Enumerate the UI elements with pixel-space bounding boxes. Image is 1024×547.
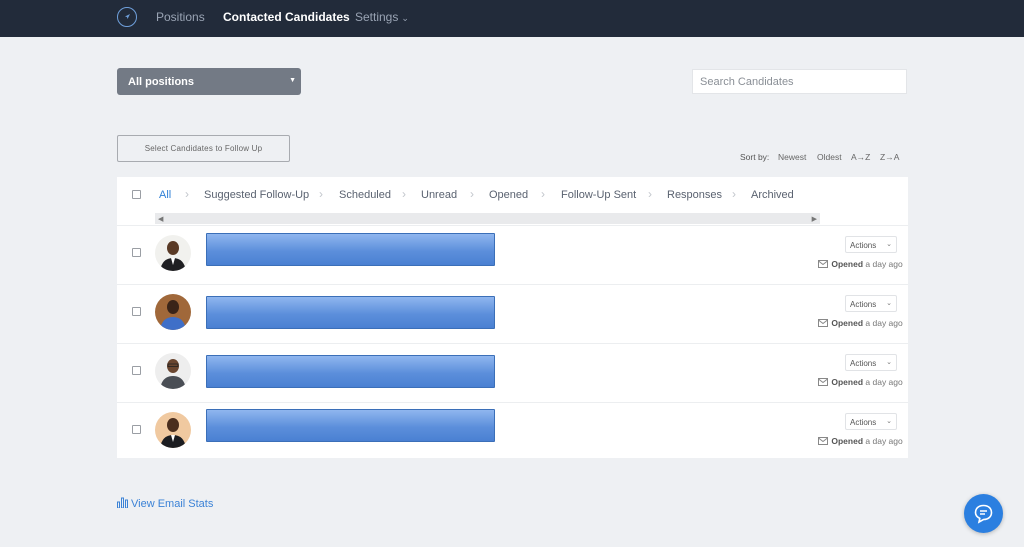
chevron-right-icon: › bbox=[732, 187, 736, 201]
redacted-candidate-info bbox=[206, 355, 495, 388]
chevron-down-icon: ⌄ bbox=[886, 300, 892, 307]
status-time: a day ago bbox=[865, 377, 903, 387]
tab-all[interactable]: All bbox=[159, 189, 171, 201]
nav-settings-label: Settings bbox=[355, 10, 399, 24]
scroll-left-icon[interactable]: ◀ bbox=[158, 215, 163, 223]
status-time: a day ago bbox=[865, 259, 903, 269]
actions-dropdown[interactable]: Actions ⌄ bbox=[845, 236, 897, 253]
status-time: a day ago bbox=[865, 436, 903, 446]
actions-dropdown[interactable]: Actions ⌄ bbox=[845, 354, 897, 371]
avatar bbox=[155, 235, 191, 271]
position-select-value: All positions bbox=[128, 76, 194, 88]
chevron-down-icon: ⌄ bbox=[886, 241, 892, 248]
actions-label: Actions bbox=[850, 241, 877, 250]
envelope-icon bbox=[818, 260, 828, 268]
redacted-candidate-info bbox=[206, 296, 495, 329]
actions-dropdown[interactable]: Actions ⌄ bbox=[845, 413, 897, 430]
nav-settings[interactable]: Settings ⌄ bbox=[355, 10, 409, 24]
envelope-icon bbox=[818, 378, 828, 386]
envelope-icon bbox=[818, 437, 828, 445]
tab-responses[interactable]: Responses bbox=[667, 189, 722, 201]
chevron-right-icon: › bbox=[470, 187, 474, 201]
sort-oldest[interactable]: Oldest bbox=[817, 152, 842, 162]
search-input[interactable] bbox=[692, 69, 907, 94]
compass-icon[interactable] bbox=[117, 7, 137, 27]
sort-newest[interactable]: Newest bbox=[778, 152, 806, 162]
status-opened: Opened a day ago bbox=[818, 259, 903, 269]
nav-positions[interactable]: Positions bbox=[156, 10, 205, 24]
sort-label: Sort by: bbox=[740, 152, 770, 162]
avatar bbox=[155, 353, 191, 389]
candidate-row[interactable]: Actions ⌄ Opened a day ago bbox=[117, 402, 908, 458]
tab-unread[interactable]: Unread bbox=[421, 189, 457, 201]
status-opened: Opened a day ago bbox=[818, 377, 903, 387]
tab-scheduled[interactable]: Scheduled bbox=[339, 189, 391, 201]
envelope-icon bbox=[818, 319, 828, 327]
avatar bbox=[155, 294, 191, 330]
actions-dropdown[interactable]: Actions ⌄ bbox=[845, 295, 897, 312]
row-checkbox[interactable] bbox=[132, 248, 141, 257]
tab-archived[interactable]: Archived bbox=[751, 189, 794, 201]
follow-up-button[interactable]: Select Candidates to Follow Up bbox=[117, 135, 290, 162]
candidate-row[interactable]: Actions ⌄ Opened a day ago bbox=[117, 284, 908, 343]
chevron-right-icon: › bbox=[319, 187, 323, 201]
actions-label: Actions bbox=[850, 300, 877, 309]
caret-down-icon: ▼ bbox=[289, 77, 296, 84]
tabs-scrollbar[interactable]: ◀ ▶ bbox=[155, 213, 820, 224]
bar-chart-icon bbox=[117, 497, 128, 509]
position-select[interactable]: All positions ▼ bbox=[117, 68, 301, 95]
chat-button[interactable] bbox=[964, 494, 1003, 533]
candidate-row[interactable]: Actions ⌄ Opened a day ago bbox=[117, 343, 908, 402]
tab-suggested-follow-up[interactable]: Suggested Follow-Up bbox=[204, 189, 309, 201]
tab-opened[interactable]: Opened bbox=[489, 189, 528, 201]
status-label: Opened bbox=[831, 377, 864, 387]
status-opened: Opened a day ago bbox=[818, 318, 903, 328]
avatar bbox=[155, 412, 191, 448]
chat-bubble-icon bbox=[974, 504, 993, 524]
view-email-stats-link[interactable]: View Email Stats bbox=[117, 497, 213, 510]
row-checkbox[interactable] bbox=[132, 307, 141, 316]
sort-a-to-z[interactable]: A→Z bbox=[851, 152, 870, 162]
select-all-checkbox[interactable] bbox=[132, 190, 141, 199]
chevron-right-icon: › bbox=[648, 187, 652, 201]
status-opened: Opened a day ago bbox=[818, 436, 903, 446]
actions-label: Actions bbox=[850, 359, 877, 368]
view-email-stats-label: View Email Stats bbox=[131, 498, 214, 510]
redacted-candidate-info bbox=[206, 409, 495, 442]
chevron-down-icon: ⌄ bbox=[886, 418, 892, 425]
chevron-right-icon: › bbox=[402, 187, 406, 201]
sort-z-to-a[interactable]: Z→A bbox=[880, 152, 899, 162]
scroll-right-icon[interactable]: ▶ bbox=[812, 215, 817, 223]
chevron-right-icon: › bbox=[185, 187, 189, 201]
status-time: a day ago bbox=[865, 318, 903, 328]
chevron-down-icon: ⌄ bbox=[886, 359, 892, 366]
candidates-panel: All › Suggested Follow-Up › Scheduled › … bbox=[117, 177, 908, 458]
status-label: Opened bbox=[831, 318, 864, 328]
candidate-row[interactable]: Actions ⌄ Opened a day ago bbox=[117, 225, 908, 284]
chevron-down-icon: ⌄ bbox=[401, 13, 409, 23]
redacted-candidate-info bbox=[206, 233, 495, 266]
row-checkbox[interactable] bbox=[132, 425, 141, 434]
status-label: Opened bbox=[831, 259, 864, 269]
actions-label: Actions bbox=[850, 418, 877, 427]
tab-follow-up-sent[interactable]: Follow-Up Sent bbox=[561, 189, 636, 201]
top-navigation: Positions Contacted Candidates Settings ⌄ bbox=[0, 0, 1024, 37]
nav-contacted-candidates[interactable]: Contacted Candidates bbox=[223, 10, 350, 24]
status-label: Opened bbox=[831, 436, 864, 446]
chevron-right-icon: › bbox=[541, 187, 545, 201]
row-checkbox[interactable] bbox=[132, 366, 141, 375]
